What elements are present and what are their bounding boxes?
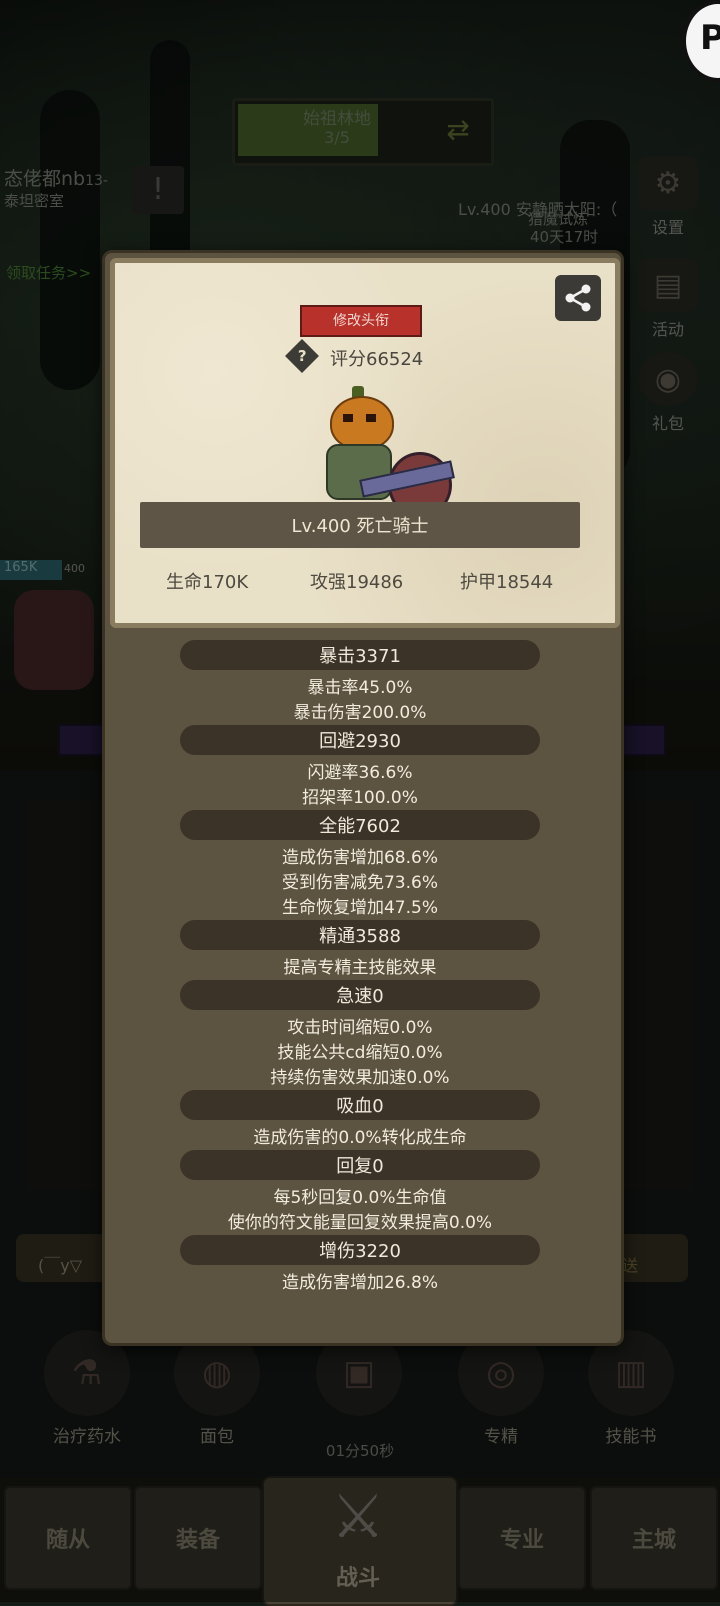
stat-line: 攻击时间缩短0.0% (287, 1018, 433, 1038)
stat-header-avoidance: 回避2930 (180, 725, 540, 755)
stat-line: 每5秒回复0.0%生命值 (273, 1188, 447, 1208)
score: 评分66524 (330, 349, 424, 370)
stat-line: 暴击伤害200.0% (293, 703, 427, 723)
edit-title-button[interactable]: 修改头衔 (300, 305, 422, 337)
stat-header-damage-bonus: 增伤3220 (180, 1235, 540, 1265)
stat-header-regen: 回复0 (180, 1150, 540, 1180)
stat-line: 招架率100.0% (302, 788, 418, 808)
stat-line: 造成伤害的0.0%转化成生命 (253, 1128, 467, 1148)
share-button[interactable] (555, 275, 601, 321)
stat-line: 技能公共cd缩短0.0% (277, 1043, 443, 1063)
stat-line: 受到伤害减免73.6% (281, 873, 438, 893)
pumpkin-eye (343, 414, 353, 422)
stat-line: 造成伤害增加68.6% (281, 848, 438, 868)
stat-line: 生命恢复增加47.5% (281, 898, 438, 918)
stat-line: 使你的符文能量回复效果提高0.0% (227, 1213, 493, 1233)
stat-header-leech: 吸血0 (180, 1090, 540, 1120)
pumpkin-head (330, 396, 394, 450)
stat-line: 持续伤害效果加速0.0% (270, 1068, 450, 1088)
stat-armor: 护甲18544 (460, 572, 554, 593)
stat-hp: 生命170K (166, 572, 249, 593)
stat-header-haste: 急速0 (180, 980, 540, 1010)
stat-line: 提高专精主技能效果 (283, 958, 437, 978)
share-icon (565, 284, 591, 312)
stat-attack: 攻强19486 (310, 572, 404, 593)
stat-header-mastery: 精通3588 (180, 920, 540, 950)
character-name: Lv.400 死亡骑士 (291, 516, 429, 537)
stat-line: 闪避率36.6% (307, 763, 413, 783)
stat-line: 暴击率45.0% (307, 678, 413, 698)
pumpkin-eye (366, 414, 376, 422)
stat-header-crit: 暴击3371 (180, 640, 540, 670)
stat-header-versatility: 全能7602 (180, 810, 540, 840)
stat-line: 造成伤害增加26.8% (281, 1273, 438, 1293)
